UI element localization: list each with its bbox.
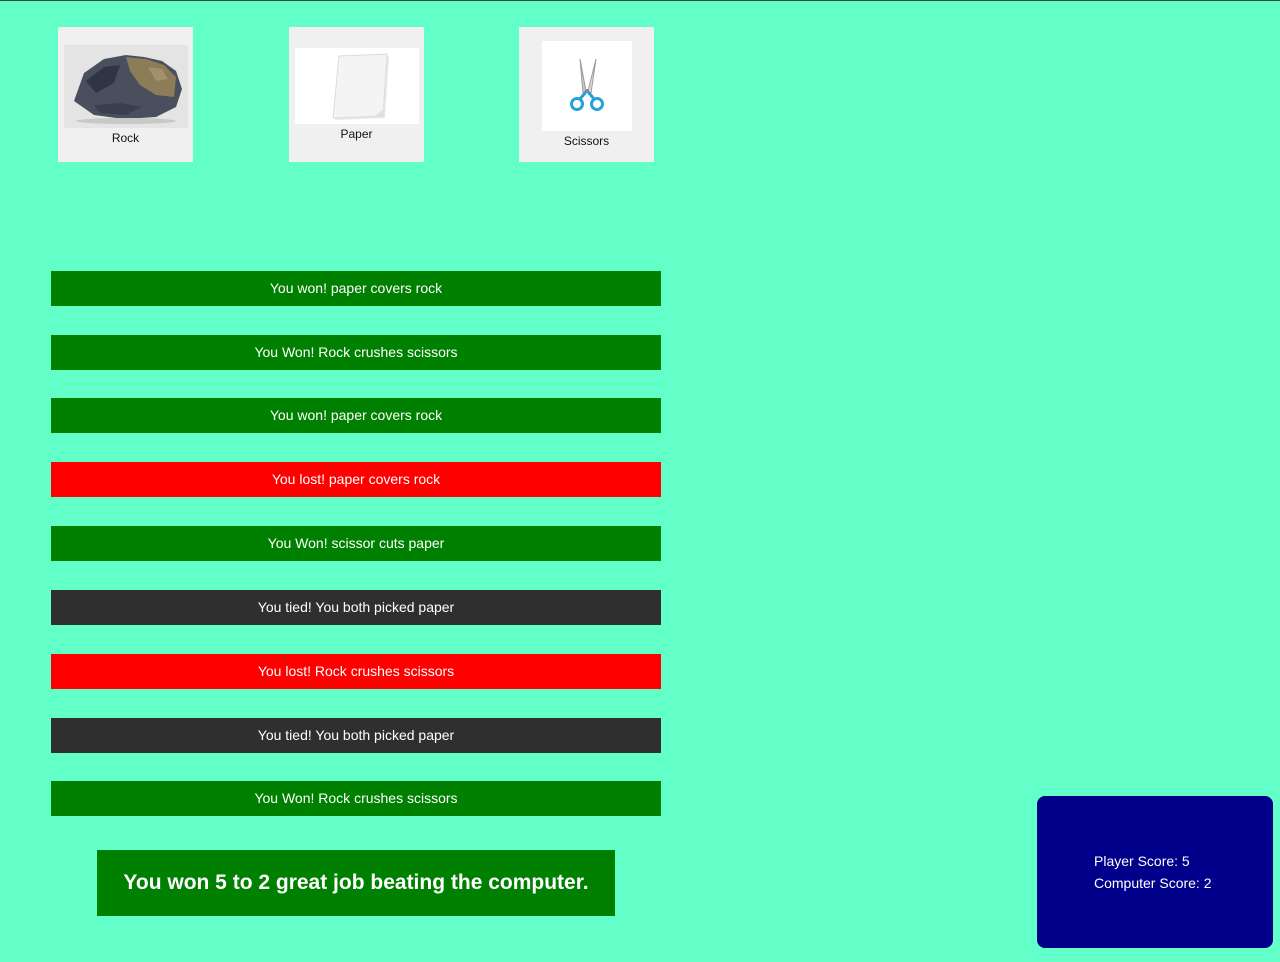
result-row: You Won! Rock crushes scissors	[51, 335, 661, 370]
scissors-image	[541, 41, 632, 131]
final-result-banner: You won 5 to 2 great job beating the com…	[97, 850, 615, 916]
result-row: You won! paper covers rock	[51, 398, 661, 433]
paper-choice-button[interactable]: Paper	[289, 27, 424, 162]
paper-label: Paper	[340, 127, 373, 141]
result-row: You Won! Rock crushes scissors	[51, 781, 661, 816]
rock-image	[63, 45, 188, 128]
result-row: You tied! You both picked paper	[51, 590, 661, 625]
result-row: You Won! scissor cuts paper	[51, 526, 661, 561]
result-row: You tied! You both picked paper	[51, 718, 661, 753]
computer-score: Computer Score: 2	[1094, 875, 1212, 891]
result-row: You lost! paper covers rock	[51, 462, 661, 497]
scissors-label: Scissors	[563, 134, 610, 148]
player-score: Player Score: 5	[1094, 853, 1190, 869]
paper-image	[294, 48, 419, 124]
result-row: You lost! Rock crushes scissors	[51, 654, 661, 689]
scoreboard: Player Score: 5 Computer Score: 2	[1037, 796, 1273, 948]
scissors-choice-button[interactable]: Scissors	[519, 27, 654, 162]
rock-choice-button[interactable]: Rock	[58, 27, 193, 162]
result-row: You won! paper covers rock	[51, 271, 661, 306]
rock-label: Rock	[111, 131, 140, 145]
